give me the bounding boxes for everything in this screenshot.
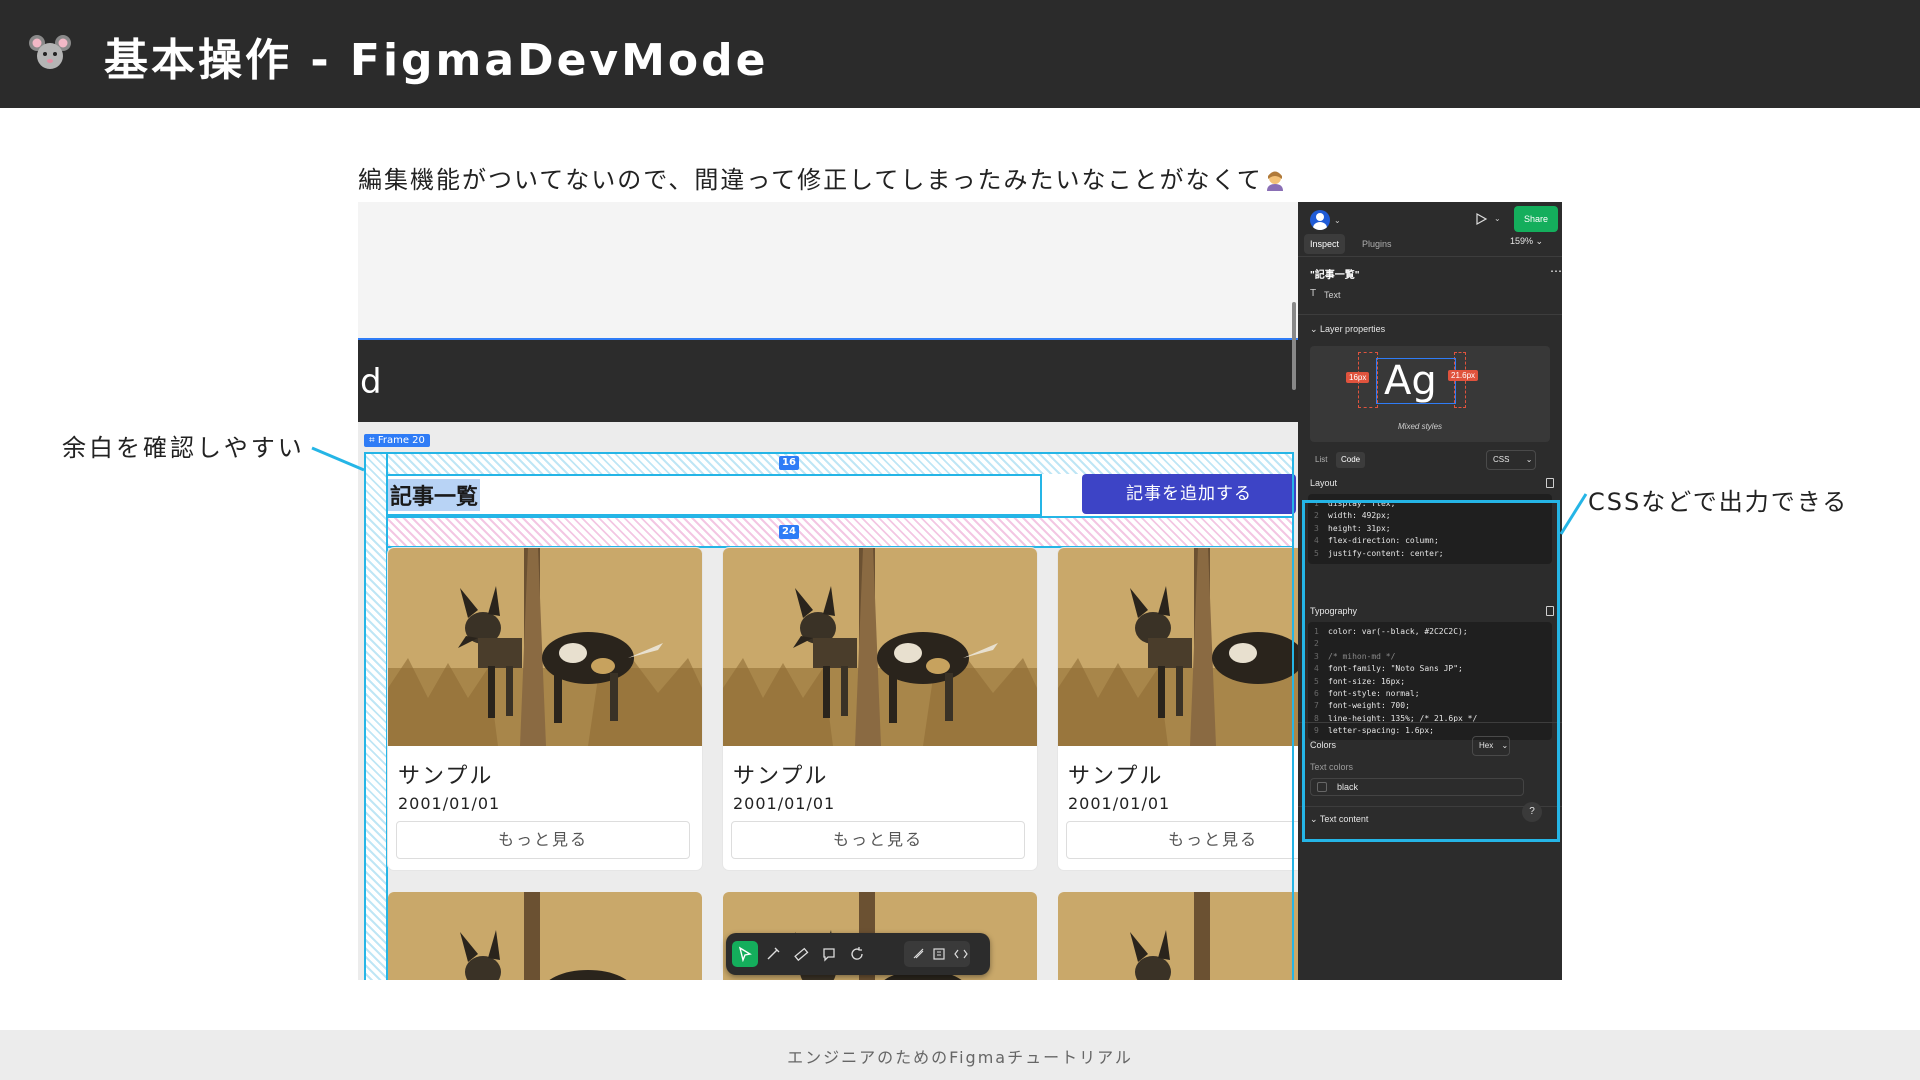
slide-footer: エンジニアのためのFigmaチュートリアル — [0, 1030, 1920, 1080]
footer-text: エンジニアのためのFigmaチュートリアル — [787, 1048, 1133, 1067]
connector-left — [311, 446, 365, 472]
annotation-connectors — [311, 446, 1588, 535]
connector-right — [1559, 493, 1588, 535]
